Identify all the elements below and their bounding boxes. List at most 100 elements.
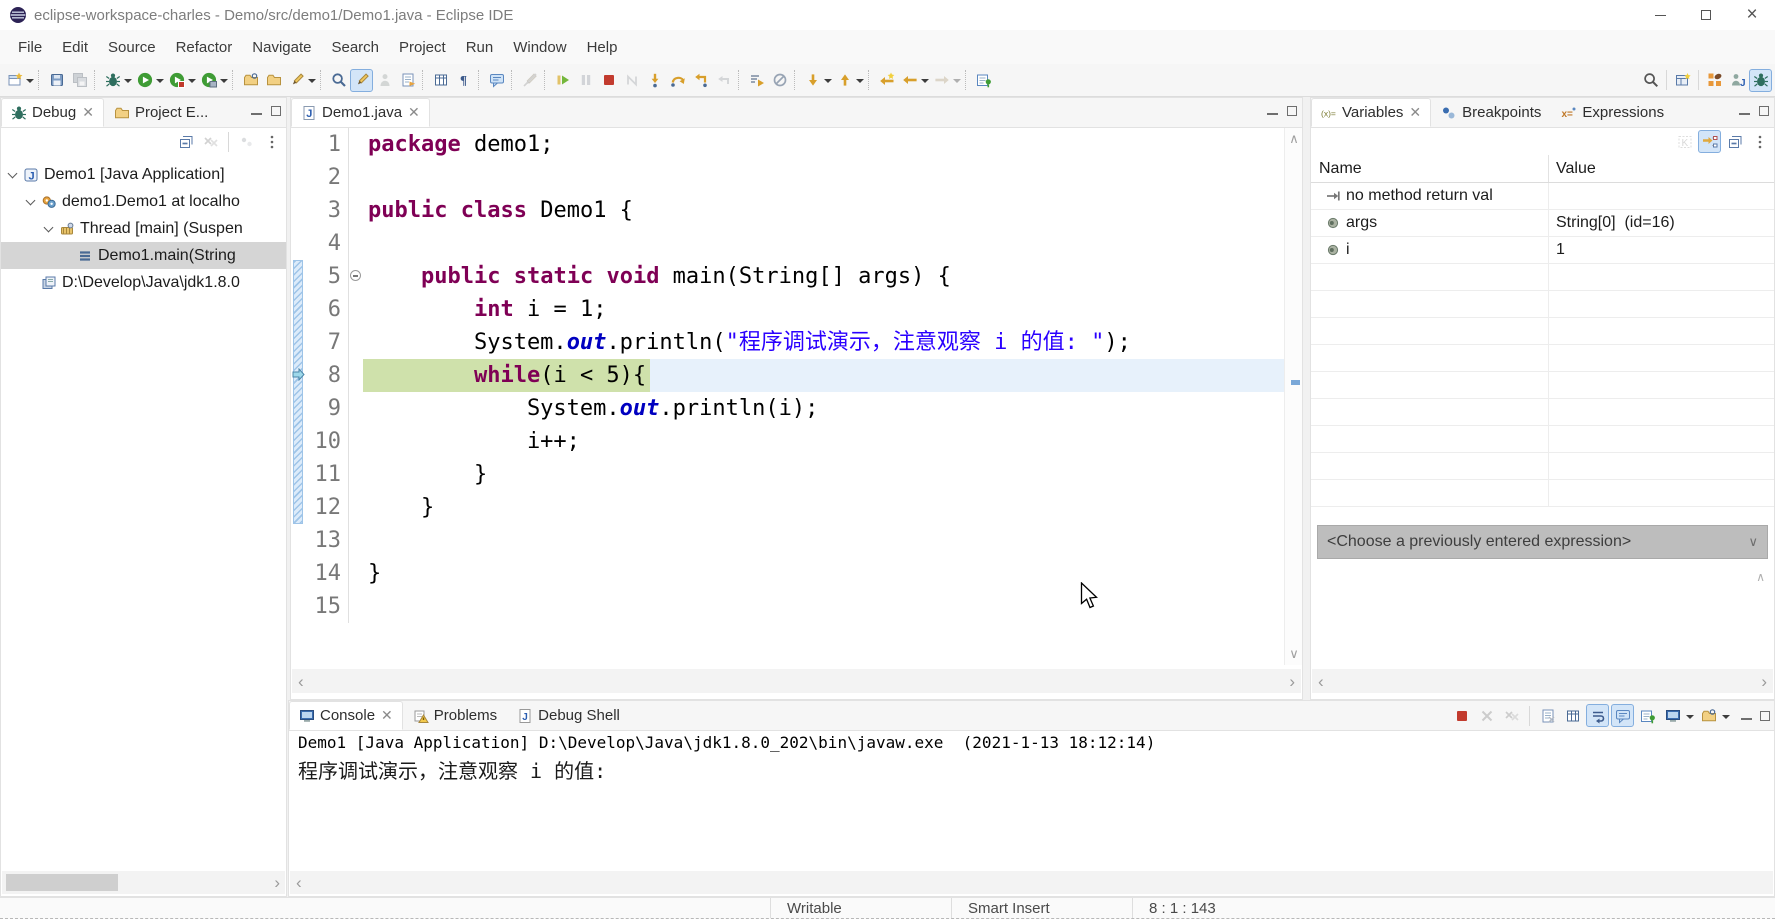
scroll-down-icon[interactable]: ∨ bbox=[1285, 646, 1302, 662]
word-wrap-icon[interactable] bbox=[1586, 704, 1609, 727]
step-over-icon[interactable] bbox=[666, 69, 689, 92]
menu-search[interactable]: Search bbox=[321, 39, 389, 56]
chevron-down-icon[interactable]: ∨ bbox=[1748, 534, 1758, 550]
code-text[interactable]: package demo1; bbox=[363, 128, 1302, 161]
close-button[interactable]: × bbox=[1729, 0, 1775, 30]
chevron-expanded-icon[interactable] bbox=[44, 222, 54, 232]
debug-tree-item[interactable]: Demo1.main(String bbox=[1, 242, 286, 269]
editor-text-area[interactable]: 1package demo1;23public class Demo1 {45 … bbox=[291, 128, 1302, 665]
terminate-icon[interactable] bbox=[597, 69, 620, 92]
show-on-stdout-icon[interactable] bbox=[1611, 704, 1634, 727]
editor-gutter[interactable] bbox=[291, 557, 306, 590]
editor-gutter[interactable] bbox=[291, 524, 306, 557]
chevron-expanded-icon[interactable] bbox=[26, 195, 36, 205]
open-console-dropdown-icon[interactable] bbox=[1722, 715, 1730, 723]
open-type-icon[interactable] bbox=[327, 69, 350, 92]
open-declaration-icon[interactable] bbox=[396, 69, 419, 92]
detail-pane-scroll-up-icon[interactable]: ∧ bbox=[1756, 570, 1765, 584]
scroll-right-icon[interactable]: › bbox=[1761, 670, 1767, 693]
debug-tree-item[interactable]: D:\Develop\Java\jdk1.8.0 bbox=[1, 269, 286, 296]
open-task-icon[interactable] bbox=[239, 69, 262, 92]
previous-annotation-icon[interactable] bbox=[833, 69, 856, 92]
code-text[interactable]: i++; bbox=[363, 425, 1302, 458]
step-into-icon[interactable] bbox=[643, 69, 666, 92]
toggle-mark-occurrences-icon[interactable] bbox=[350, 69, 373, 92]
search-icon[interactable] bbox=[1639, 69, 1662, 92]
disconnect-icon[interactable] bbox=[620, 69, 643, 92]
show-logical-structure-icon[interactable] bbox=[1698, 130, 1721, 153]
scroll-right-icon[interactable]: › bbox=[1289, 670, 1295, 693]
code-line-5[interactable]: 5 public static void main(String[] args)… bbox=[291, 260, 1302, 293]
next-annotation-icon[interactable] bbox=[801, 69, 824, 92]
previous-annotation-dropdown-icon[interactable] bbox=[856, 79, 864, 87]
terminate-console-icon[interactable] bbox=[1450, 704, 1473, 727]
scroll-left-icon[interactable]: ‹ bbox=[296, 871, 302, 894]
display-selected-console-icon[interactable] bbox=[1661, 704, 1684, 727]
menu-refactor[interactable]: Refactor bbox=[166, 39, 243, 56]
editor-gutter[interactable] bbox=[291, 590, 306, 623]
console-horizontal-scrollbar[interactable]: ‹ bbox=[290, 871, 1773, 894]
open-resource-icon[interactable] bbox=[262, 69, 285, 92]
variables-tab-expressions[interactable]: x=Expressions bbox=[1551, 98, 1674, 127]
value-column-header[interactable]: Value bbox=[1548, 155, 1774, 182]
debug-tree-item[interactable]: JDemo1 [Java Application] bbox=[1, 161, 286, 188]
run-external-tools-dropdown-icon[interactable] bbox=[220, 79, 228, 87]
code-line-2[interactable]: 2 bbox=[291, 161, 1302, 194]
menu-navigate[interactable]: Navigate bbox=[242, 39, 321, 56]
code-line-7[interactable]: 7 System.out.println("程序调试演示，注意观察 i 的值: … bbox=[291, 326, 1302, 359]
code-line-12[interactable]: 12 } bbox=[291, 491, 1302, 524]
menu-project[interactable]: Project bbox=[389, 39, 456, 56]
close-icon[interactable]: ✕ bbox=[381, 707, 393, 724]
menu-source[interactable]: Source bbox=[98, 39, 166, 56]
drop-to-frame-icon[interactable] bbox=[712, 69, 735, 92]
collapse-all-icon[interactable] bbox=[174, 130, 197, 153]
code-text[interactable]: public class Demo1 { bbox=[363, 194, 1302, 227]
editor-gutter[interactable] bbox=[291, 128, 306, 161]
resume-icon[interactable] bbox=[551, 69, 574, 92]
new-wizard-icon[interactable] bbox=[3, 69, 26, 92]
show-source-icon[interactable] bbox=[485, 69, 508, 92]
show-type-names-icon[interactable]: K bbox=[1673, 130, 1696, 153]
code-text[interactable]: public static void main(String[] args) { bbox=[363, 260, 1302, 293]
variable-row[interactable]: argsString[0] (id=16) bbox=[1311, 210, 1774, 237]
code-text[interactable]: } bbox=[363, 557, 1302, 590]
debug-perspective-icon[interactable] bbox=[1749, 69, 1772, 92]
expression-combo[interactable]: <Choose a previously entered expression>… bbox=[1317, 525, 1768, 559]
code-text[interactable]: System.out.println(i); bbox=[363, 392, 1302, 425]
minimize-view-icon[interactable] bbox=[1741, 712, 1752, 720]
maximize-view-icon[interactable] bbox=[1759, 106, 1769, 116]
run-external-tools-icon[interactable] bbox=[197, 69, 220, 92]
maximize-view-icon[interactable] bbox=[271, 106, 281, 116]
code-line-8[interactable]: 8 while(i < 5){ bbox=[291, 359, 1302, 392]
minimize-view-icon[interactable] bbox=[1267, 107, 1278, 115]
new-wizard-dropdown-icon[interactable] bbox=[26, 79, 34, 87]
code-text[interactable]: while(i < 5){ bbox=[363, 359, 1302, 392]
fold-collapse-icon[interactable] bbox=[350, 270, 361, 281]
coverage-dropdown-icon[interactable] bbox=[188, 79, 196, 87]
remove-all-terminated-icon[interactable] bbox=[199, 130, 222, 153]
debug-tab-debug[interactable]: Debug✕ bbox=[1, 98, 104, 127]
editor-gutter[interactable] bbox=[291, 161, 306, 194]
run-icon[interactable] bbox=[133, 69, 156, 92]
menu-file[interactable]: File bbox=[8, 39, 52, 56]
show-outline-icon[interactable] bbox=[429, 69, 452, 92]
code-text[interactable] bbox=[363, 161, 1302, 194]
debug-tab-project-e-[interactable]: Project E... bbox=[104, 98, 218, 127]
pin-console-icon[interactable] bbox=[1636, 704, 1659, 727]
display-selected-console-dropdown-icon[interactable] bbox=[1686, 715, 1694, 723]
back-icon[interactable] bbox=[898, 69, 921, 92]
view-menu-icon[interactable] bbox=[1748, 130, 1771, 153]
code-line-3[interactable]: 3public class Demo1 { bbox=[291, 194, 1302, 227]
debug-filters-icon[interactable] bbox=[235, 130, 258, 153]
code-line-15[interactable]: 15 bbox=[291, 590, 1302, 623]
editor-gutter[interactable] bbox=[291, 194, 306, 227]
editor-horizontal-scrollbar[interactable]: ‹ › bbox=[292, 669, 1301, 693]
debug-horizontal-scrollbar[interactable]: › bbox=[2, 871, 285, 894]
name-column-header[interactable]: Name bbox=[1311, 160, 1548, 178]
mark-element-dropdown-icon[interactable] bbox=[308, 79, 316, 87]
forward-dropdown-icon[interactable] bbox=[953, 79, 961, 87]
save-icon[interactable] bbox=[45, 69, 68, 92]
minimize-view-icon[interactable] bbox=[251, 107, 262, 115]
new-java-package-icon[interactable] bbox=[373, 69, 396, 92]
run-dropdown-icon[interactable] bbox=[156, 79, 164, 87]
